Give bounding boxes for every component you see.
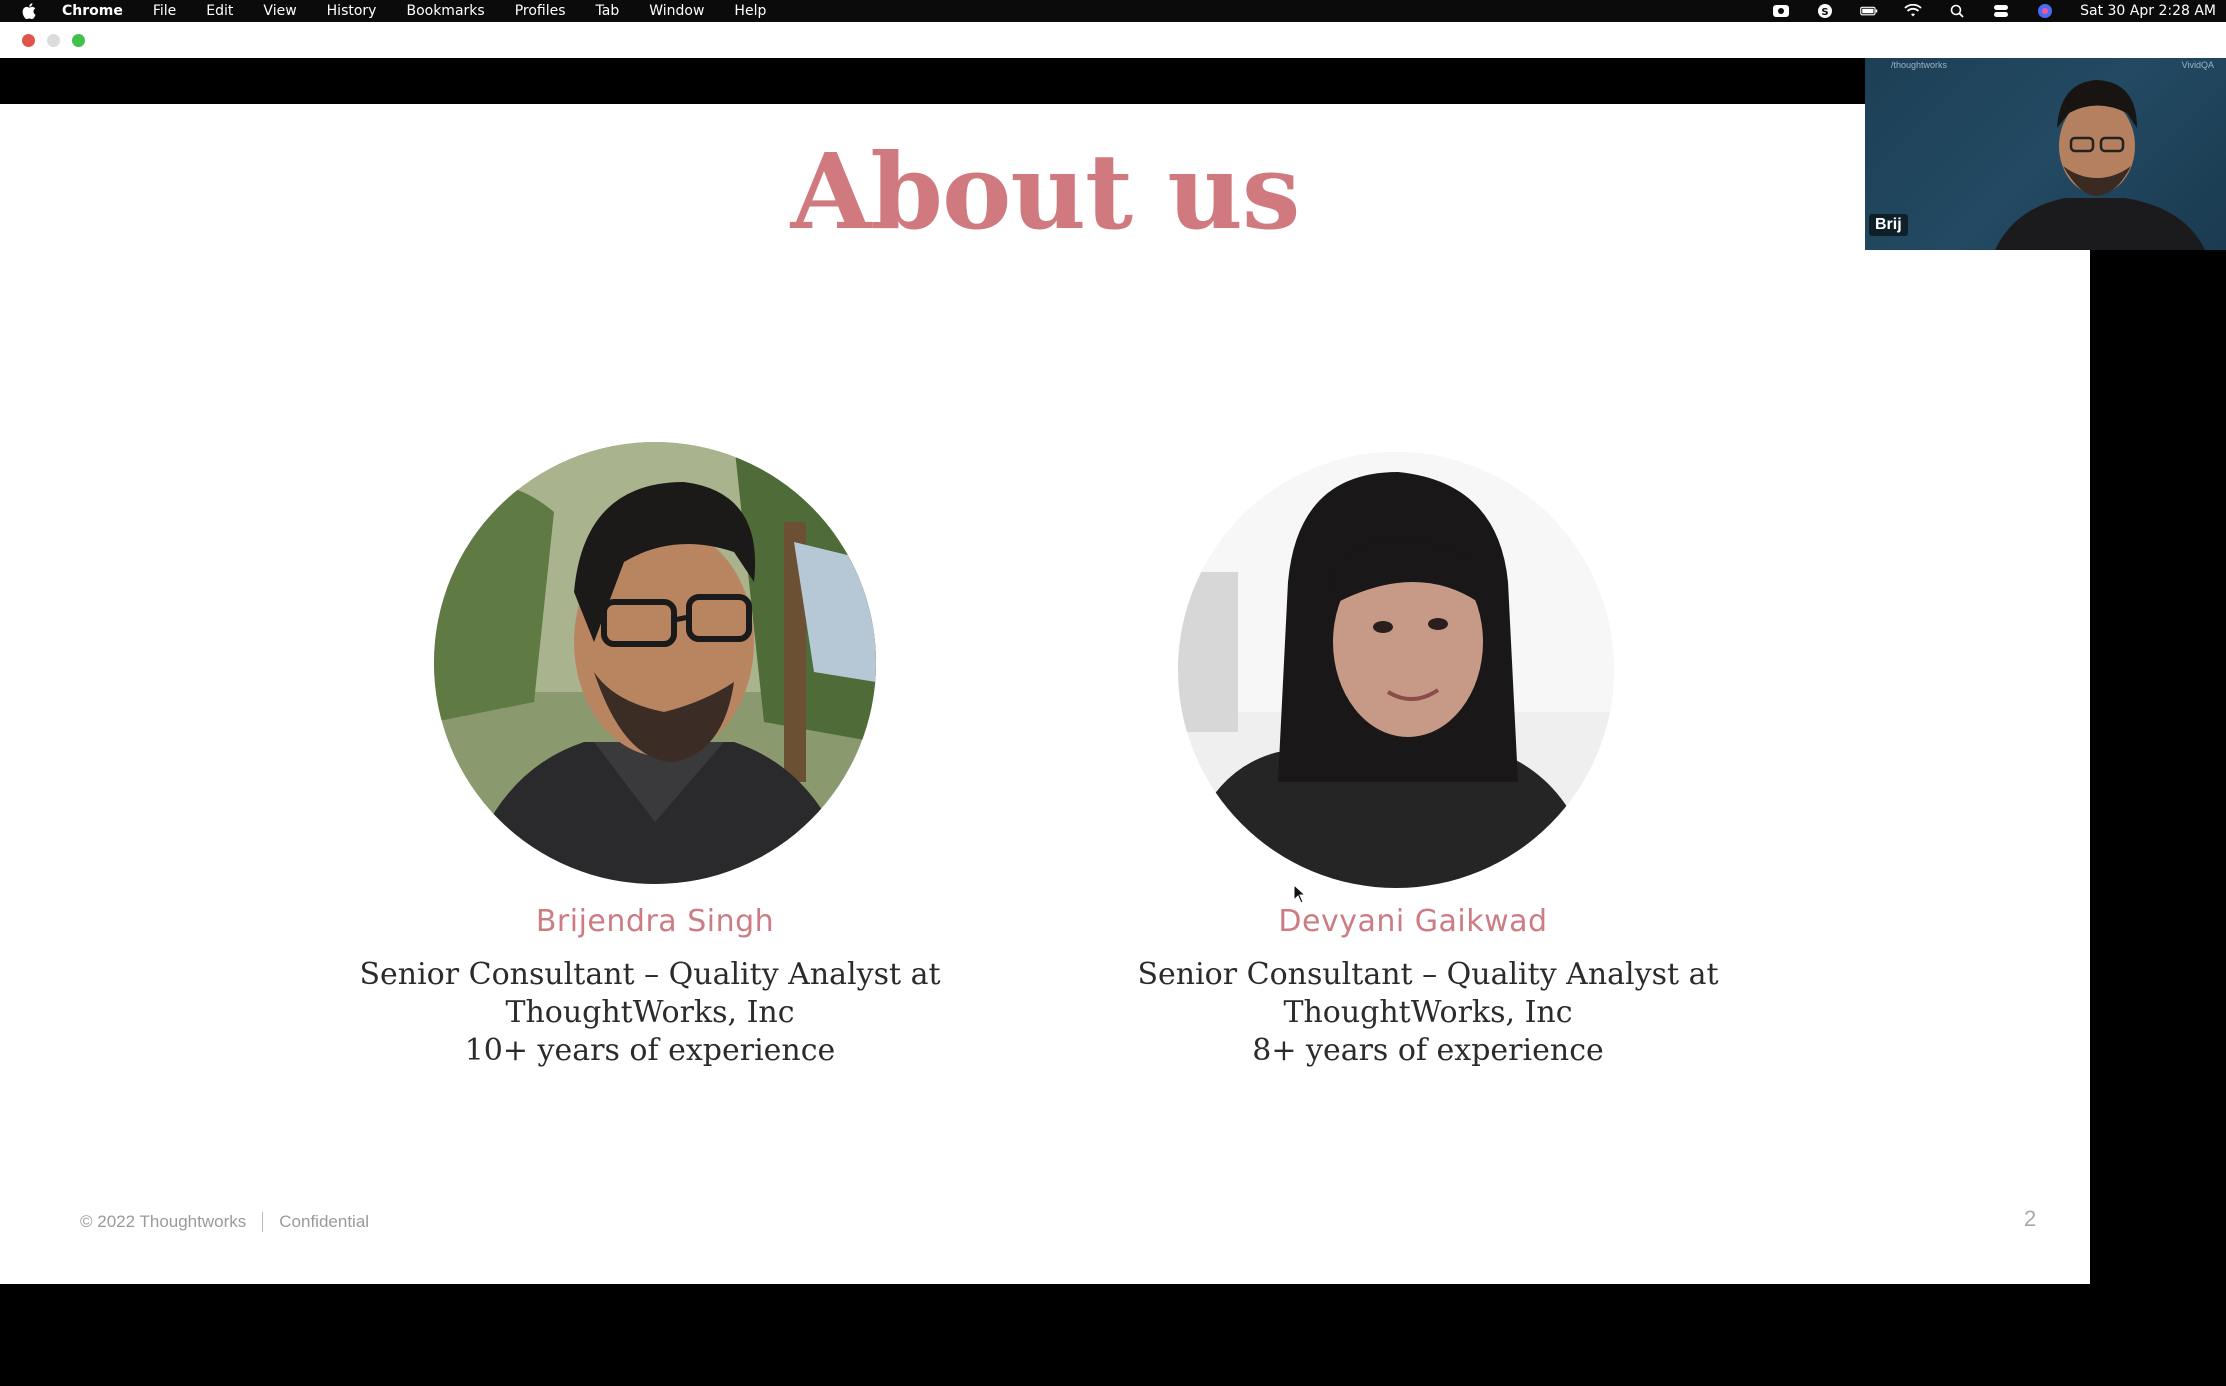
apple-menu-icon[interactable] [20, 2, 38, 20]
footer-divider [262, 1212, 264, 1232]
menubar-status-area: S Sat 30 Apr 2:28 AM [1772, 0, 2216, 22]
control-center-icon[interactable] [1992, 4, 2010, 18]
menu-history[interactable]: History [327, 3, 377, 19]
role-line-1: Senior Consultant – Quality Analyst at [1137, 957, 1719, 992]
avatar-brijendra [434, 442, 876, 884]
participant-name-label: Brij [1869, 214, 1908, 236]
footer-copyright: © 2022 Thoughtworks [80, 1212, 247, 1231]
person-name-brijendra: Brijendra Singh [535, 904, 775, 939]
browser-window-bar [0, 22, 2226, 59]
experience-text: 10+ years of experience [464, 1033, 836, 1068]
mouse-cursor-icon [1293, 883, 1307, 909]
menubar-clock[interactable]: Sat 30 Apr 2:28 AM [2080, 3, 2216, 19]
video-participant-tile[interactable]: /thoughtworks VividQA Brij [1865, 58, 2226, 250]
menu-window[interactable]: Window [649, 3, 704, 19]
menu-bookmarks[interactable]: Bookmarks [406, 3, 484, 19]
person-name-devyani: Devyani Gaikwad [1278, 904, 1548, 939]
presentation-top-border [0, 58, 2090, 104]
menu-app-chrome[interactable]: Chrome [62, 3, 123, 19]
experience-text: 8+ years of experience [1252, 1033, 1604, 1068]
role-line-2: ThoughtWorks, Inc [1283, 995, 1573, 1030]
right-border [2090, 250, 2226, 1386]
menu-tab[interactable]: Tab [596, 3, 620, 19]
siri-icon[interactable] [2036, 4, 2054, 18]
search-icon[interactable] [1948, 4, 1966, 18]
participant-video-feed [1995, 80, 2205, 250]
menu-help[interactable]: Help [734, 3, 766, 19]
person-role-brijendra: Senior Consultant – Quality Analyst at T… [300, 956, 1000, 1070]
role-line-2: ThoughtWorks, Inc [505, 995, 795, 1030]
avatar-devyani [1178, 452, 1614, 888]
presentation-slide: About us Brijendra Singh Senior Consulta… [0, 104, 2090, 1284]
slide-title: About us [790, 130, 1301, 253]
bottom-border [0, 1284, 2226, 1386]
skype-icon[interactable]: S [1816, 4, 1834, 18]
footer-confidential: Confidential [279, 1212, 370, 1231]
window-minimize-button[interactable] [47, 34, 60, 47]
menu-view[interactable]: View [263, 3, 296, 19]
slide-footer: © 2022 Thoughtworks Confidential [80, 1212, 369, 1232]
battery-icon[interactable] [1860, 4, 1878, 18]
svg-text:S: S [1822, 7, 1829, 18]
role-line-1: Senior Consultant – Quality Analyst at [359, 957, 941, 992]
person-role-devyani: Senior Consultant – Quality Analyst at T… [1078, 956, 1778, 1070]
macos-menu-bar: Chrome File Edit View History Bookmarks … [0, 0, 2226, 22]
menu-file[interactable]: File [153, 3, 176, 19]
window-maximize-button[interactable] [72, 34, 85, 47]
slide-page-number: 2 [2024, 1206, 2037, 1231]
window-close-button[interactable] [22, 34, 35, 47]
menu-edit[interactable]: Edit [206, 3, 233, 19]
wifi-icon[interactable] [1904, 4, 1922, 18]
menu-profiles[interactable]: Profiles [515, 3, 566, 19]
screen-record-icon[interactable] [1772, 4, 1790, 18]
